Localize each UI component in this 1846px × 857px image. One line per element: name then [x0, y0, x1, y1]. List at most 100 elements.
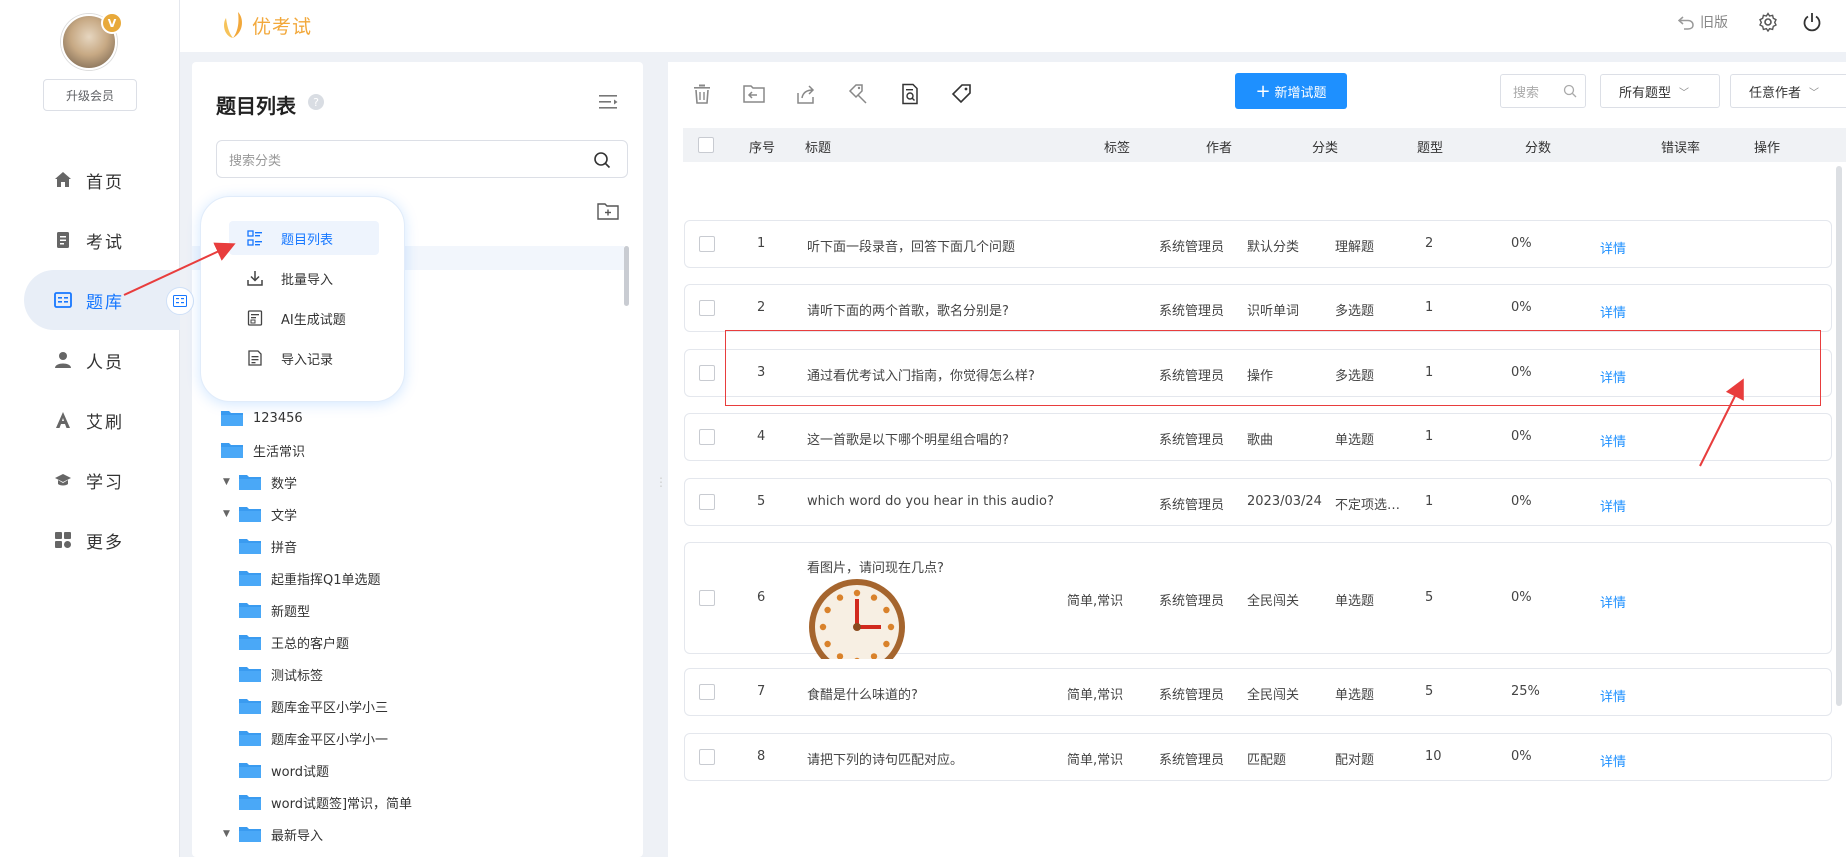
- nav-item-exam[interactable]: 考试: [0, 210, 180, 270]
- submenu-item-import-records[interactable]: 导入记录: [229, 341, 379, 375]
- folder-icon: [239, 731, 261, 746]
- tree-item[interactable]: word试题签]常识，简单: [192, 786, 632, 818]
- settings-gear-icon[interactable]: [1758, 12, 1778, 32]
- table-scrollbar[interactable]: [1836, 166, 1842, 706]
- detail-link[interactable]: 详情: [1600, 496, 1626, 515]
- nav-item-learning[interactable]: 学习: [0, 450, 180, 510]
- author-select[interactable]: 任意作者 ﹀: [1730, 74, 1846, 108]
- row-checkbox[interactable]: [699, 236, 715, 252]
- old-version-link[interactable]: 旧版: [1678, 12, 1728, 32]
- upgrade-member-button[interactable]: 升级会员: [43, 79, 137, 111]
- brand-logo[interactable]: 优考试: [220, 10, 312, 40]
- detail-link[interactable]: 详情: [1600, 751, 1626, 770]
- tree-item[interactable]: word试题: [192, 754, 632, 786]
- row-checkbox[interactable]: [699, 300, 715, 316]
- help-icon[interactable]: ?: [308, 94, 324, 110]
- tree-item[interactable]: 123456: [192, 402, 632, 434]
- submenu-item-ai-generate[interactable]: AI生成试题: [229, 301, 379, 335]
- caret-down-icon[interactable]: ▼: [223, 509, 235, 519]
- submenu-item-question-list[interactable]: 题目列表: [229, 221, 379, 255]
- search-icon[interactable]: [1563, 84, 1577, 102]
- folder-icon: [239, 571, 261, 586]
- table-row[interactable]: 2 请听下面的两个首歌，歌名分别是? 系统管理员 识听单词 多选题 1 0% 详情: [684, 284, 1832, 332]
- trash-icon[interactable]: [688, 80, 716, 108]
- detail-link[interactable]: 详情: [1600, 592, 1626, 611]
- row-checkbox[interactable]: [699, 684, 715, 700]
- select-all-checkbox[interactable]: [698, 137, 714, 153]
- category-tree: 123456 生活常识 ▼ 数学 ▼ 文学拼音起重指挥Q1单选题 新题型 王总的客户题 测试标签…: [192, 402, 632, 850]
- table-row[interactable]: 1 听下面一段录音，回答下面几个问题 系统管理员 默认分类 理解题 2 0% 详情: [684, 220, 1832, 268]
- review-document-icon[interactable]: [896, 80, 924, 108]
- add-folder-icon[interactable]: [597, 202, 619, 224]
- tree-item[interactable]: 起重指挥Q1单选题: [192, 562, 632, 594]
- add-question-button[interactable]: + 新增试题: [1235, 73, 1347, 109]
- cell-title: 请把下列的诗句匹配对应。: [807, 753, 964, 768]
- power-logout-icon[interactable]: [1802, 12, 1822, 32]
- tree-item[interactable]: ▼ 最新导入: [192, 818, 632, 850]
- menu-icon[interactable]: [599, 94, 619, 114]
- tree-item[interactable]: 生活常识: [192, 434, 632, 466]
- detail-link[interactable]: 详情: [1600, 238, 1626, 257]
- tree-item[interactable]: 题库金平区小学小一: [192, 722, 632, 754]
- detail-link[interactable]: 详情: [1600, 302, 1626, 321]
- brand-logo-icon: [224, 12, 243, 38]
- cell-author: 系统管理员: [1159, 594, 1225, 609]
- cell-author: 系统管理员: [1159, 498, 1225, 513]
- caret-down-icon[interactable]: ▼: [223, 829, 235, 839]
- question-type-select[interactable]: 所有题型 ﹀: [1600, 74, 1720, 108]
- cell-score: 5: [1425, 684, 1434, 699]
- tree-item[interactable]: 题库金平区小学小三: [192, 690, 632, 722]
- folder-icon: [239, 475, 261, 490]
- cell-no: 7: [757, 684, 766, 699]
- table-row[interactable]: 7 食醋是什么味道的? 简单,常识 系统管理员 全民闯关 单选题 5 25% 详情: [684, 668, 1832, 716]
- cell-title: 听下面一段录音，回答下面几个问题: [807, 240, 1016, 255]
- nav-item-home[interactable]: 首页: [0, 150, 180, 210]
- nav-item-people[interactable]: 人员: [0, 330, 180, 390]
- tag-off-icon[interactable]: [844, 80, 872, 108]
- tree-item[interactable]: 王总的客户题: [192, 626, 632, 658]
- share-export-icon[interactable]: [792, 80, 820, 108]
- sidebar-toggle-icon[interactable]: [166, 287, 194, 315]
- cell-score: 2: [1425, 236, 1434, 251]
- table-row[interactable]: 4 这一首歌是以下哪个明星组合唱的? 系统管理员 歌曲 单选题 1 0% 详情: [684, 413, 1832, 461]
- row-checkbox[interactable]: [699, 494, 715, 510]
- column-header: 操作: [1754, 141, 1781, 156]
- table-header: 序号 标题 标签 作者 分类 题型 分数 错误率 操作: [683, 128, 1846, 162]
- cell-title: 这一首歌是以下哪个明星组合唱的?: [807, 433, 1009, 448]
- nav-item-question-bank[interactable]: 题库: [24, 270, 180, 330]
- tag-icon[interactable]: [948, 80, 976, 108]
- row-checkbox[interactable]: [699, 749, 715, 765]
- category-search-input[interactable]: 搜索分类: [216, 140, 628, 178]
- detail-link[interactable]: 详情: [1600, 431, 1626, 450]
- search-icon[interactable]: [593, 151, 611, 173]
- cell-error: 0%: [1511, 429, 1532, 444]
- column-header: 错误率: [1661, 141, 1701, 156]
- table-row[interactable]: 5 which word do you hear in this audio? 系统…: [684, 478, 1832, 526]
- tree-item-label: 拼音: [271, 540, 298, 556]
- tree-item[interactable]: 测试标签: [192, 658, 632, 690]
- row-checkbox[interactable]: [699, 365, 715, 381]
- submenu-item-batch-import[interactable]: 批量导入: [229, 261, 379, 295]
- tree-item[interactable]: 拼音: [192, 530, 632, 562]
- tree-item[interactable]: 新题型: [192, 594, 632, 626]
- nav-item-more[interactable]: 更多: [0, 510, 180, 570]
- move-out-icon[interactable]: [740, 80, 768, 108]
- table-row[interactable]: 8 请把下列的诗句匹配对应。 简单,常识 系统管理员 匹配题 配对题 10 0% 详情: [684, 733, 1832, 781]
- tree-item-label: 123456: [253, 410, 303, 426]
- tree-item[interactable]: ▼ 文学: [192, 498, 632, 530]
- panel-resize-handle[interactable]: ⋮: [655, 475, 667, 489]
- nav-item-ai-brush[interactable]: 艾刷: [0, 390, 180, 450]
- cell-tags: 简单,常识: [1067, 688, 1124, 703]
- table-row[interactable]: 6 看图片，请问现在几点? 简单,常识 系统管理员 全民闯关 单选题 5 0% 详情: [684, 542, 1832, 659]
- highlight-box: [725, 330, 1821, 406]
- cell-no: 8: [757, 749, 766, 764]
- tree-scrollbar[interactable]: [624, 246, 629, 306]
- cell-category: 匹配题: [1247, 753, 1287, 768]
- caret-down-icon[interactable]: ▼: [223, 477, 235, 487]
- row-checkbox[interactable]: [699, 590, 715, 606]
- detail-link[interactable]: 详情: [1600, 686, 1626, 705]
- toolbar: [688, 80, 1000, 108]
- question-search-input[interactable]: 搜索: [1500, 74, 1586, 108]
- tree-item[interactable]: ▼ 数学: [192, 466, 632, 498]
- row-checkbox[interactable]: [699, 429, 715, 445]
